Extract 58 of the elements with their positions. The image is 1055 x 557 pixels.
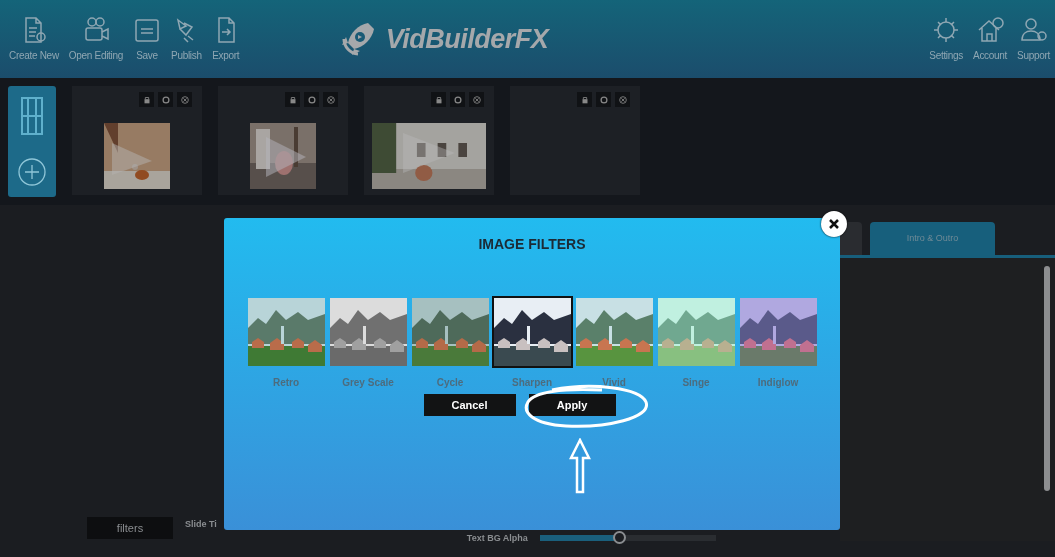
filter-label: Vivid (602, 376, 626, 390)
close-icon (617, 94, 628, 105)
toolbar-button[interactable]: Create New (4, 0, 64, 78)
slide-tool-button[interactable] (323, 92, 338, 107)
dialog-title: IMAGE FILTERS (478, 236, 586, 252)
slide-tool-button[interactable] (431, 92, 446, 107)
close-icon (179, 94, 190, 105)
slide-tool-button[interactable] (577, 92, 592, 107)
toolbar-button[interactable]: Save (128, 0, 167, 78)
user-icon (1019, 15, 1048, 44)
slide-tool-button[interactable] (177, 92, 192, 107)
slides-sidebar-button[interactable] (8, 86, 56, 197)
slide-tool-button[interactable] (450, 92, 465, 107)
filter-label: Indiglow (757, 376, 799, 390)
house-icon (976, 15, 1005, 44)
settings-icon (932, 15, 961, 44)
toolbar-button[interactable]: Open Editing (63, 0, 129, 78)
slide-tool-button[interactable] (596, 92, 611, 107)
filter-label: Singe (682, 376, 710, 390)
cancel-button[interactable]: Cancel (423, 394, 516, 416)
slide-tool-button[interactable] (469, 92, 484, 107)
alpha-label: Text BG Alpha (466, 531, 528, 545)
refresh-icon (306, 94, 317, 105)
toolbar-button[interactable]: Settings (924, 0, 968, 78)
slide-tool-button[interactable] (158, 92, 173, 107)
close-button[interactable] (821, 211, 847, 237)
refresh-icon (452, 94, 463, 105)
add-icon (17, 157, 47, 187)
slider-thumb[interactable] (613, 531, 627, 545)
toolbar-button[interactable]: Support (1012, 0, 1055, 78)
tab[interactable] (840, 222, 862, 255)
film-icon (19, 96, 45, 136)
brand-name: VidBuilderFX (385, 22, 549, 56)
toolbar-button[interactable]: Account (968, 0, 1013, 78)
close-icon (828, 218, 840, 230)
slide-tool-button[interactable] (615, 92, 630, 107)
filter-label: Grey Scale (342, 376, 394, 390)
scrollbar[interactable] (1044, 266, 1050, 491)
apply-button[interactable]: Apply (528, 394, 616, 416)
close-icon (325, 94, 336, 105)
refresh-icon (598, 94, 609, 105)
filter-label: Retro (272, 376, 300, 390)
close-icon (471, 94, 482, 105)
slide-tool-button[interactable] (139, 92, 154, 107)
toolbar-button[interactable]: Publish (166, 0, 207, 78)
slide-card[interactable] (72, 86, 202, 195)
slide-tool-button[interactable] (304, 92, 319, 107)
slide-card[interactable] (218, 86, 348, 195)
slide-label: Slide Ti (185, 517, 217, 531)
filter-label: Sharpen (512, 376, 552, 390)
refresh-icon (160, 94, 171, 105)
filter-label: Cycle (436, 376, 464, 390)
toolbar-button[interactable]: Export (206, 0, 245, 78)
arrow-drawing (569, 438, 591, 494)
filters-button[interactable]: filters (87, 517, 173, 540)
slide-tool-button[interactable] (285, 92, 300, 107)
tab[interactable]: Intro & Outro (870, 222, 995, 255)
slide-card[interactable] (364, 86, 494, 195)
